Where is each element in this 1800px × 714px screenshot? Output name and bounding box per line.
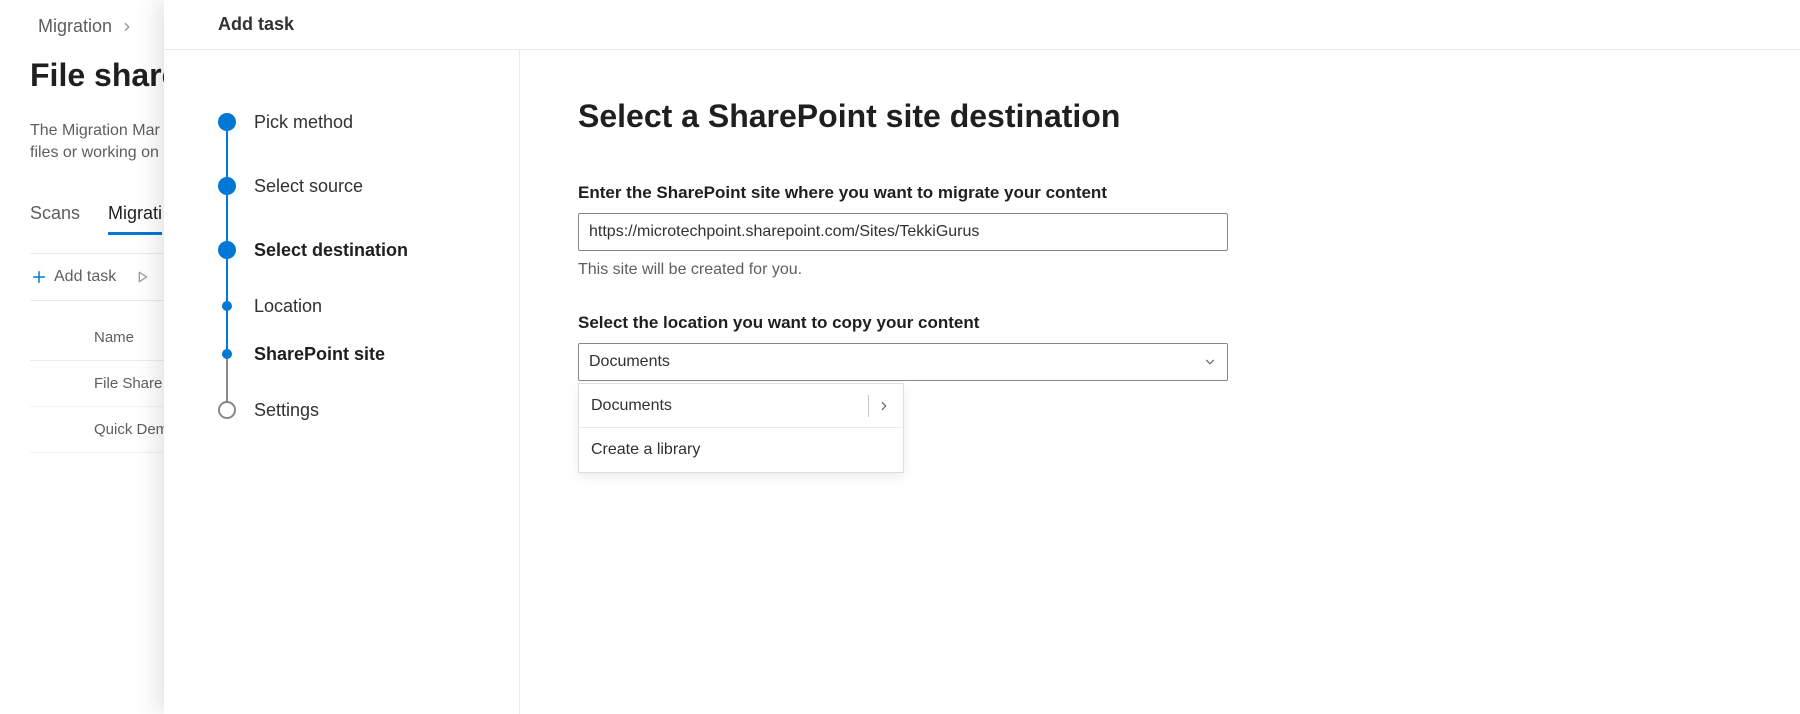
tab-migrations[interactable]: Migrati xyxy=(108,195,162,235)
step-dot-icon xyxy=(218,113,236,131)
row-name: Quick Dem xyxy=(94,421,168,438)
step-select-source[interactable]: Select source xyxy=(218,154,499,218)
step-settings[interactable]: Settings xyxy=(218,378,499,442)
dropdown-option-documents[interactable]: Documents xyxy=(579,384,903,428)
add-task-label: Add task xyxy=(54,268,116,286)
step-sharepoint-site[interactable]: SharePoint site xyxy=(218,330,499,378)
column-name: Name xyxy=(94,329,134,346)
step-subdot-icon xyxy=(222,349,232,359)
option-label: Create a library xyxy=(591,441,700,459)
site-url-label: Enter the SharePoint site where you want… xyxy=(578,183,1242,203)
breadcrumb-label: Migration xyxy=(38,16,112,37)
step-select-destination[interactable]: Select destination xyxy=(218,218,499,282)
site-url-input[interactable]: https://microtechpoint.sharepoint.com/Si… xyxy=(578,213,1228,251)
chevron-right-icon xyxy=(120,20,134,34)
stepper: Pick method Select source Select destina… xyxy=(164,50,520,714)
site-url-value: https://microtechpoint.sharepoint.com/Si… xyxy=(589,223,979,241)
step-label: Select source xyxy=(254,176,363,197)
step-label: SharePoint site xyxy=(254,344,385,365)
step-label: Pick method xyxy=(254,112,353,133)
form-area: Select a SharePoint site destination Ent… xyxy=(520,50,1300,714)
location-dropdown: Documents Create a library xyxy=(578,383,904,473)
step-label: Location xyxy=(254,296,322,317)
chevron-down-icon xyxy=(1203,355,1217,369)
add-task-panel: Add task Pick method Select source Selec… xyxy=(164,0,1800,714)
add-task-button[interactable]: Add task xyxy=(30,268,116,286)
form-heading: Select a SharePoint site destination xyxy=(578,98,1242,135)
location-select[interactable]: Documents xyxy=(578,343,1228,381)
step-dot-icon xyxy=(218,401,236,419)
panel-title: Add task xyxy=(164,0,1800,50)
site-help-text: This site will be created for you. xyxy=(578,261,1242,279)
step-label: Select destination xyxy=(254,240,408,261)
step-location[interactable]: Location xyxy=(218,282,499,330)
location-selected-value: Documents xyxy=(589,353,670,371)
location-label: Select the location you want to copy you… xyxy=(578,313,1242,333)
play-icon[interactable] xyxy=(134,269,150,285)
step-label: Settings xyxy=(254,400,319,421)
step-subdot-icon xyxy=(222,301,232,311)
option-label: Documents xyxy=(591,397,672,415)
step-dot-icon xyxy=(218,177,236,195)
row-name: File Share xyxy=(94,375,162,392)
step-pick-method[interactable]: Pick method xyxy=(218,90,499,154)
chevron-right-icon xyxy=(868,395,891,417)
step-dot-icon xyxy=(218,241,236,259)
dropdown-option-create-library[interactable]: Create a library xyxy=(579,428,903,472)
plus-icon xyxy=(30,268,48,286)
tab-scans[interactable]: Scans xyxy=(30,195,80,235)
